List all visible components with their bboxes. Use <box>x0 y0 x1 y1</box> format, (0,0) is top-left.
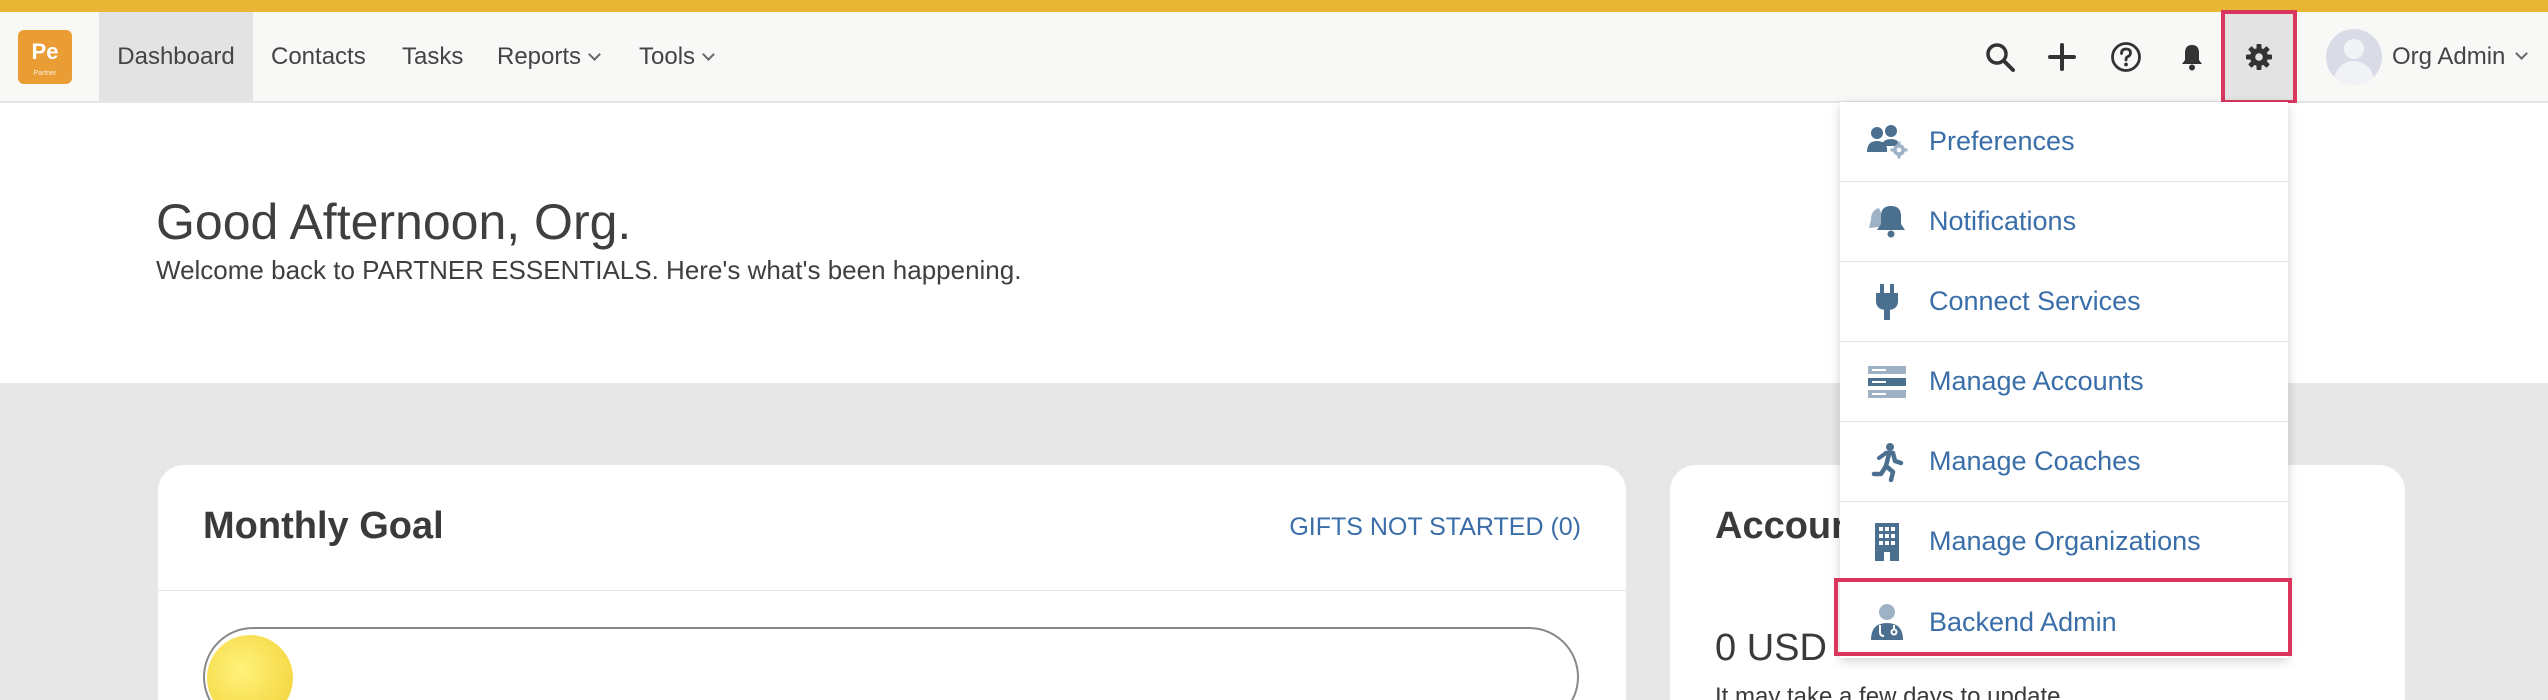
nav-tools-label: Tools <box>639 43 696 70</box>
top-accent-bar <box>0 0 2548 12</box>
menu-item-label: Manage Accounts <box>1929 366 2144 396</box>
menu-item-manage-organizations[interactable]: Manage Organizations <box>1840 502 2288 582</box>
user-name: Org Admin <box>2392 43 2506 70</box>
add-button[interactable] <box>2032 12 2092 102</box>
account-note: It may take a few days to update <box>1715 683 2061 700</box>
menu-item-label: Preferences <box>1929 126 2075 156</box>
nav-contacts[interactable]: Contacts <box>271 12 366 102</box>
monthly-goal-card: Monthly Goal GIFTS NOT STARTED (0) <box>158 465 1626 700</box>
nav-tasks[interactable]: Tasks <box>402 12 463 102</box>
server-icon <box>1865 360 1909 404</box>
bell-icon <box>2182 45 2202 71</box>
plug-icon <box>1865 280 1909 324</box>
nav-dashboard[interactable]: Dashboard <box>99 12 253 102</box>
nav-tasks-label: Tasks <box>402 43 464 70</box>
bells-icon <box>1865 200 1909 244</box>
nav-tools[interactable]: Tools <box>639 12 715 102</box>
building-icon <box>1865 520 1909 564</box>
menu-item-manage-coaches[interactable]: Manage Coaches <box>1840 422 2288 502</box>
settings-dropdown-menu: Preferences Notifications Connect Servic… <box>1840 102 2288 658</box>
progress-indicator <box>207 635 293 700</box>
plus-icon <box>2048 43 2076 71</box>
card-title: Monthly Goal <box>203 505 444 547</box>
menu-item-connect-services[interactable]: Connect Services <box>1840 262 2288 342</box>
notifications-button[interactable] <box>2162 12 2222 102</box>
help-button[interactable] <box>2096 12 2156 102</box>
search-icon <box>1986 43 2015 72</box>
menu-item-label: Notifications <box>1929 206 2077 236</box>
chevron-down-icon <box>702 48 715 61</box>
nav-dashboard-label: Dashboard <box>117 43 235 70</box>
nav-reports[interactable]: Reports <box>497 12 601 102</box>
menu-item-preferences[interactable]: Preferences <box>1840 102 2288 182</box>
goal-progress-bar <box>203 627 1579 700</box>
welcome-subtext: Welcome back to PARTNER ESSENTIALS. Here… <box>156 255 1022 285</box>
menu-item-label: Manage Organizations <box>1929 526 2201 556</box>
logo-subtext: Partner <box>33 70 57 77</box>
chevron-down-icon <box>588 48 601 61</box>
page-title: Good Afternoon, Org. <box>156 194 632 250</box>
nav-contacts-label: Contacts <box>271 43 366 70</box>
chevron-down-icon <box>2515 46 2529 60</box>
users-gear-icon <box>1865 120 1909 164</box>
avatar <box>2326 29 2382 85</box>
running-person-icon <box>1865 440 1909 484</box>
user-menu[interactable]: Org Admin <box>2326 12 2529 102</box>
nav-reports-label: Reports <box>497 43 582 70</box>
backend-admin-highlight-box <box>1834 578 2292 656</box>
menu-item-label: Manage Coaches <box>1929 446 2141 476</box>
settings-highlight-box <box>2221 10 2297 104</box>
divider <box>158 590 1626 591</box>
menu-item-manage-accounts[interactable]: Manage Accounts <box>1840 342 2288 422</box>
top-navbar: Pe Partner Dashboard Contacts Tasks Repo… <box>0 12 2548 102</box>
search-button[interactable] <box>1970 12 2030 102</box>
account-amount: 0 USD <box>1715 627 1827 669</box>
menu-item-notifications[interactable]: Notifications <box>1840 182 2288 262</box>
help-icon <box>2111 42 2141 72</box>
gifts-not-started-link[interactable]: GIFTS NOT STARTED (0) <box>1289 513 1581 542</box>
menu-item-label: Connect Services <box>1929 286 2141 316</box>
logo-text: Pe <box>31 39 59 64</box>
app-logo[interactable]: Pe Partner <box>18 30 72 84</box>
